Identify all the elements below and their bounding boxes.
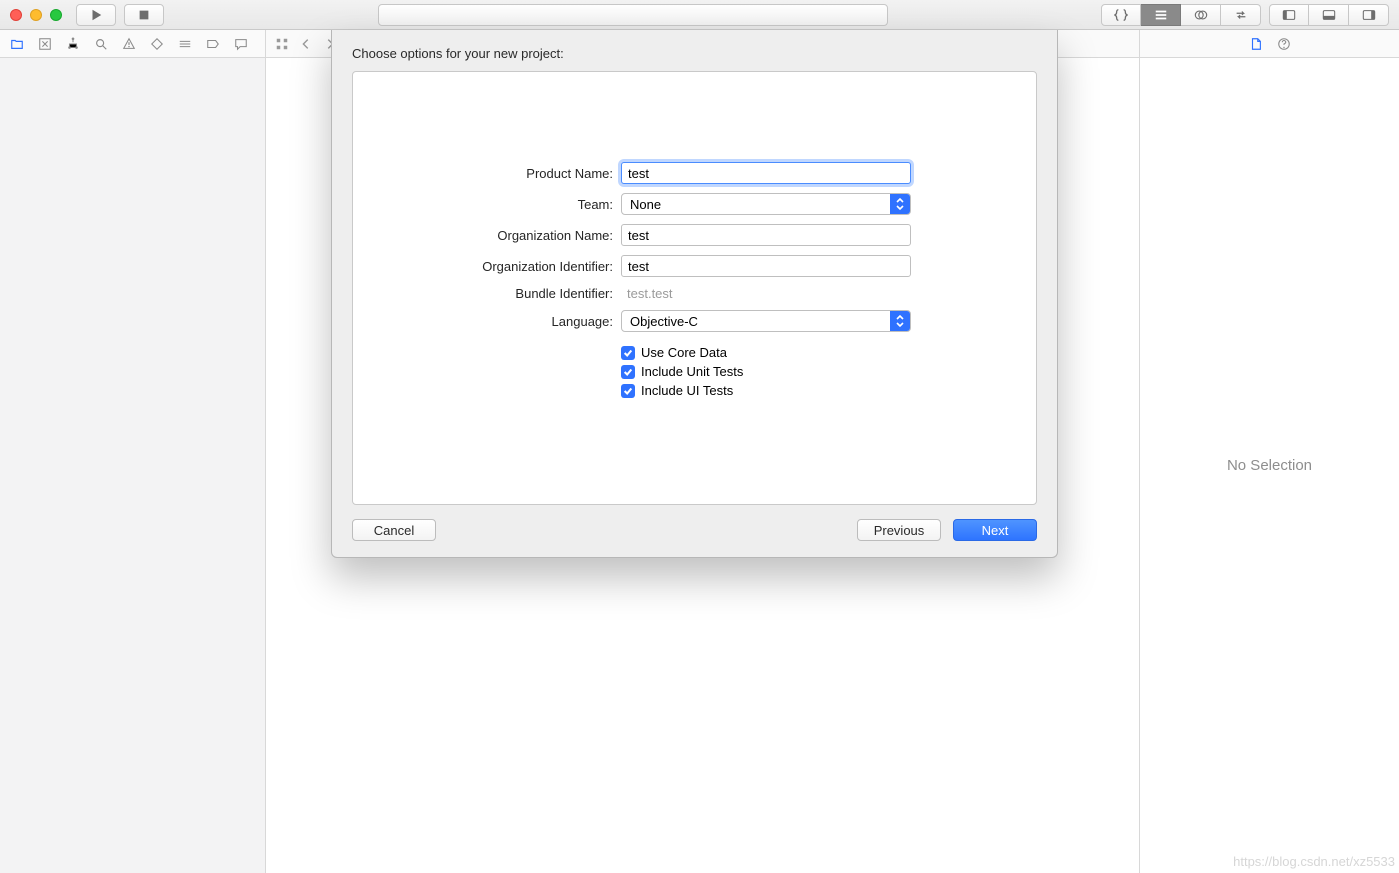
panel-bottom-icon — [1322, 8, 1336, 22]
chevron-left-icon — [299, 37, 313, 51]
bundle-id-label: Bundle Identifier: — [353, 286, 613, 301]
grid-icon — [275, 37, 289, 51]
project-options-form: Product Name: Team: None Organization Na… — [353, 162, 1036, 398]
stop-icon — [137, 8, 151, 22]
related-items-button[interactable] — [272, 34, 292, 54]
org-id-label: Organization Identifier: — [353, 259, 613, 274]
org-id-field[interactable] — [621, 255, 911, 277]
language-select[interactable]: Objective-C — [621, 310, 911, 332]
panel-left-icon — [1282, 8, 1296, 22]
chevrons-icon — [890, 194, 910, 214]
lines-icon — [1154, 8, 1168, 22]
close-icon[interactable] — [10, 9, 22, 21]
debug-navigator-tab[interactable] — [172, 33, 198, 55]
review-editor-button[interactable] — [1221, 4, 1261, 26]
warning-icon — [122, 37, 136, 51]
cancel-button[interactable]: Cancel — [352, 519, 436, 541]
project-navigator-tab[interactable] — [4, 33, 30, 55]
ui-tests-label: Include UI Tests — [641, 383, 733, 398]
toggle-inspector-button[interactable] — [1349, 4, 1389, 26]
gauge-icon — [178, 37, 192, 51]
test-navigator-tab[interactable] — [144, 33, 170, 55]
checkbox-checked-icon — [621, 384, 635, 398]
core-data-label: Use Core Data — [641, 345, 727, 360]
standard-editor-button[interactable] — [1101, 4, 1141, 26]
product-name-label: Product Name: — [353, 166, 613, 181]
new-project-sheet: Choose options for your new project: Pro… — [331, 30, 1058, 558]
ui-tests-checkbox[interactable]: Include UI Tests — [621, 383, 911, 398]
report-navigator-tab[interactable] — [228, 33, 254, 55]
symbol-navigator-tab[interactable] — [60, 33, 86, 55]
inspector-panel: No Selection — [1139, 30, 1399, 873]
minimize-icon[interactable] — [30, 9, 42, 21]
assistant-editor-button[interactable] — [1141, 4, 1181, 26]
stop-button[interactable] — [124, 4, 164, 26]
square-x-icon — [38, 37, 52, 51]
find-navigator-tab[interactable] — [88, 33, 114, 55]
checkbox-checked-icon — [621, 346, 635, 360]
breakpoint-navigator-tab[interactable] — [200, 33, 226, 55]
zoom-icon[interactable] — [50, 9, 62, 21]
team-label: Team: — [353, 197, 613, 212]
navigator-panel — [0, 30, 266, 873]
org-name-label: Organization Name: — [353, 228, 613, 243]
panel-visibility-segmented — [1269, 4, 1389, 26]
toggle-debug-button[interactable] — [1309, 4, 1349, 26]
unit-tests-label: Include Unit Tests — [641, 364, 743, 379]
version-editor-button[interactable] — [1181, 4, 1221, 26]
inspector-placeholder: No Selection — [1140, 58, 1399, 873]
speech-icon — [234, 37, 248, 51]
inspector-tab-bar — [1140, 30, 1399, 58]
diamond-icon — [150, 37, 164, 51]
toggle-navigator-button[interactable] — [1269, 4, 1309, 26]
sheet-heading: Choose options for your new project: — [352, 46, 1037, 61]
sheet-footer: Cancel Previous Next — [352, 505, 1037, 541]
watermark-text: https://blog.csdn.net/xz5533 — [1233, 854, 1395, 869]
options-checkboxes: Use Core Data Include Unit Tests Include… — [621, 345, 911, 398]
navigator-tab-bar — [0, 30, 265, 58]
panel-right-icon — [1362, 8, 1376, 22]
product-name-field[interactable] — [621, 162, 911, 184]
language-select-value: Objective-C — [630, 314, 698, 329]
source-control-navigator-tab[interactable] — [32, 33, 58, 55]
team-select[interactable]: None — [621, 193, 911, 215]
language-label: Language: — [353, 314, 613, 329]
run-button[interactable] — [76, 4, 116, 26]
folder-icon — [10, 37, 24, 51]
help-inspector-tab[interactable] — [1271, 33, 1297, 55]
search-icon — [94, 37, 108, 51]
checkbox-checked-icon — [621, 365, 635, 379]
play-icon — [89, 8, 103, 22]
scheme-activity-bar[interactable] — [378, 4, 888, 26]
file-inspector-tab[interactable] — [1243, 33, 1269, 55]
issue-navigator-tab[interactable] — [116, 33, 142, 55]
navigator-content — [0, 58, 265, 873]
sheet-body: Product Name: Team: None Organization Na… — [352, 71, 1037, 505]
venn-icon — [1194, 8, 1208, 22]
next-button[interactable]: Next — [953, 519, 1037, 541]
window-traffic-lights — [10, 9, 62, 21]
help-icon — [1277, 37, 1291, 51]
editor-mode-segmented — [1101, 4, 1261, 26]
chevrons-icon — [890, 311, 910, 331]
braces-icon — [1114, 8, 1128, 22]
file-icon — [1249, 37, 1263, 51]
org-name-field[interactable] — [621, 224, 911, 246]
unit-tests-checkbox[interactable]: Include Unit Tests — [621, 364, 911, 379]
hierarchy-icon — [66, 37, 80, 51]
core-data-checkbox[interactable]: Use Core Data — [621, 345, 911, 360]
team-select-value: None — [630, 197, 661, 212]
previous-button[interactable]: Previous — [857, 519, 941, 541]
breakpoint-icon — [206, 37, 220, 51]
bundle-id-value: test.test — [621, 286, 911, 301]
back-button[interactable] — [296, 34, 316, 54]
window-toolbar — [0, 0, 1399, 30]
arrows-icon — [1234, 8, 1248, 22]
